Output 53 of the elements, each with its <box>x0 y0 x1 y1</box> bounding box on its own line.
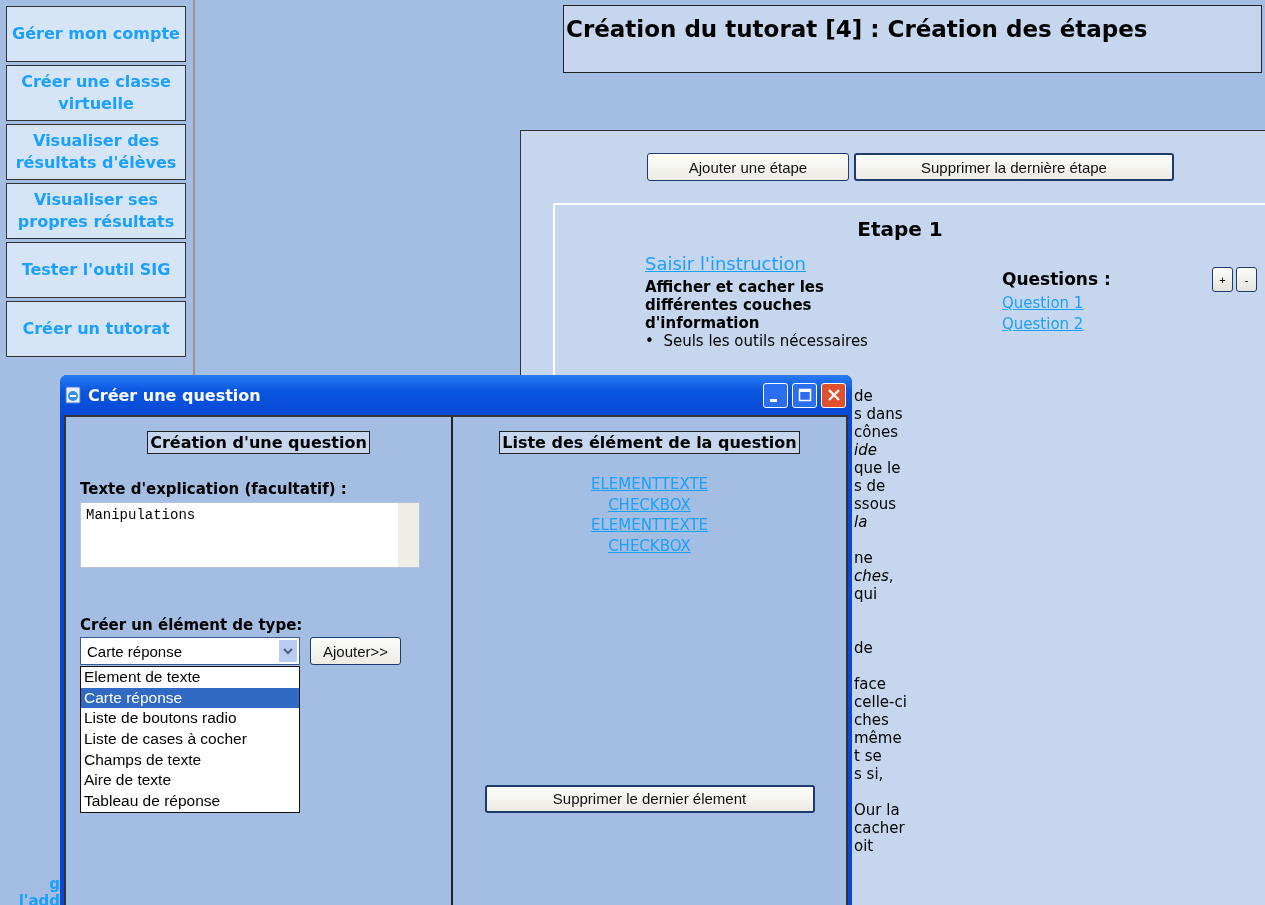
instruction-bullet: • Seuls les outils nécessaires <box>645 332 869 350</box>
instruction-text: de <box>854 387 874 405</box>
dropdown-option[interactable]: Champs de texte <box>81 749 299 771</box>
browser-icon <box>64 386 82 404</box>
minimize-button[interactable] <box>763 382 788 408</box>
instruction-text: t se <box>854 747 883 765</box>
dropdown-option[interactable]: Liste de cases à cocher <box>81 729 299 750</box>
section-heading: Création d'une question <box>147 431 370 454</box>
section-heading: Liste des élément de la question <box>499 431 800 454</box>
instruction-text: ches <box>854 711 890 729</box>
instruction-text: face <box>854 675 887 693</box>
instruction-text: Our la <box>854 801 901 819</box>
instruction-text: s de <box>854 477 887 495</box>
instruction-text: cônes <box>854 423 899 441</box>
instruction-text: la <box>854 513 869 531</box>
add-button[interactable]: Ajouter>> <box>310 637 402 665</box>
instruction-text: de <box>854 639 874 657</box>
step-button[interactable]: Ajouter une étape <box>647 153 849 181</box>
dropdown-option[interactable]: Aire de texte <box>81 770 299 792</box>
delete-element-button[interactable]: Supprimer le dernier élement <box>484 784 815 813</box>
field-label: Texte d'explication (facultatif) : <box>80 480 348 498</box>
instruction-text: cacher <box>854 819 906 837</box>
close-icon <box>826 388 841 402</box>
instruction-text: même <box>854 729 903 747</box>
maximize-icon <box>797 388 812 402</box>
instruction-text: que le <box>854 459 902 477</box>
instruction-text: celle-ci <box>854 693 908 711</box>
instruction-text: ches, <box>854 567 895 585</box>
instruction-title: Afficher et cacher les différentes couches d'information <box>645 278 825 332</box>
dropdown-option[interactable]: Liste de boutons radio <box>81 708 299 730</box>
dialog-title: Créer une question <box>88 385 262 405</box>
close-button[interactable] <box>821 382 846 408</box>
page-title: Création du tutorat [4] : Création des étapes <box>563 5 1262 73</box>
dropdown-option[interactable]: Tableau de réponse <box>81 791 299 812</box>
step-title: Etape 1 <box>856 217 944 241</box>
explanation-field[interactable]: Manipulations <box>80 502 420 568</box>
dropdown-option[interactable]: Element de texte <box>81 667 299 688</box>
instruction-text: s dans <box>854 405 904 423</box>
question-control-button[interactable]: - <box>1236 267 1257 292</box>
field-label: Créer un élément de type: <box>80 616 304 634</box>
instruction-text: oit <box>854 837 875 855</box>
instruction-text: qui <box>854 585 879 603</box>
instruction-text: ssous <box>854 495 898 513</box>
maximize-button[interactable] <box>792 382 817 408</box>
instruction-text: ne <box>854 549 874 567</box>
step-button[interactable]: Supprimer la dernière étape <box>854 153 1174 181</box>
dropdown-option[interactable]: Carte réponse <box>81 687 299 709</box>
type-dropdown[interactable]: Carte réponse <box>80 637 300 665</box>
questions-label: Questions : <box>1002 269 1112 289</box>
minimize-icon <box>770 398 777 402</box>
question-control-button[interactable]: + <box>1212 267 1233 292</box>
instruction-text: ide <box>854 441 878 459</box>
instruction-text: s si, <box>854 765 885 783</box>
